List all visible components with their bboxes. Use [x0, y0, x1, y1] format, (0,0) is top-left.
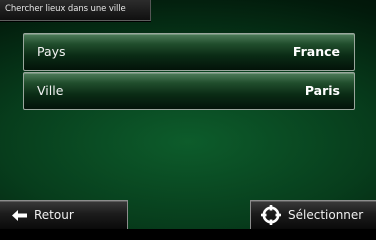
country-value: France	[292, 44, 340, 59]
target-crosshair-icon	[261, 205, 281, 225]
city-row[interactable]: Ville Paris	[23, 72, 355, 110]
select-button-label: Sélectionner	[288, 208, 364, 222]
city-label: Ville	[37, 83, 64, 98]
back-button[interactable]: Retour	[0, 200, 128, 229]
header-tab: Chercher lieux dans une ville	[0, 0, 151, 21]
left-arrow-icon	[12, 210, 27, 221]
country-label: Pays	[37, 44, 66, 59]
page-title: Chercher lieux dans une ville	[5, 4, 126, 14]
city-value: Paris	[304, 83, 340, 98]
select-button[interactable]: Sélectionner	[250, 200, 376, 229]
country-row[interactable]: Pays France	[23, 33, 355, 71]
back-button-label: Retour	[34, 208, 74, 222]
search-city-screen: Chercher lieux dans une ville Pays Franc…	[0, 0, 376, 229]
